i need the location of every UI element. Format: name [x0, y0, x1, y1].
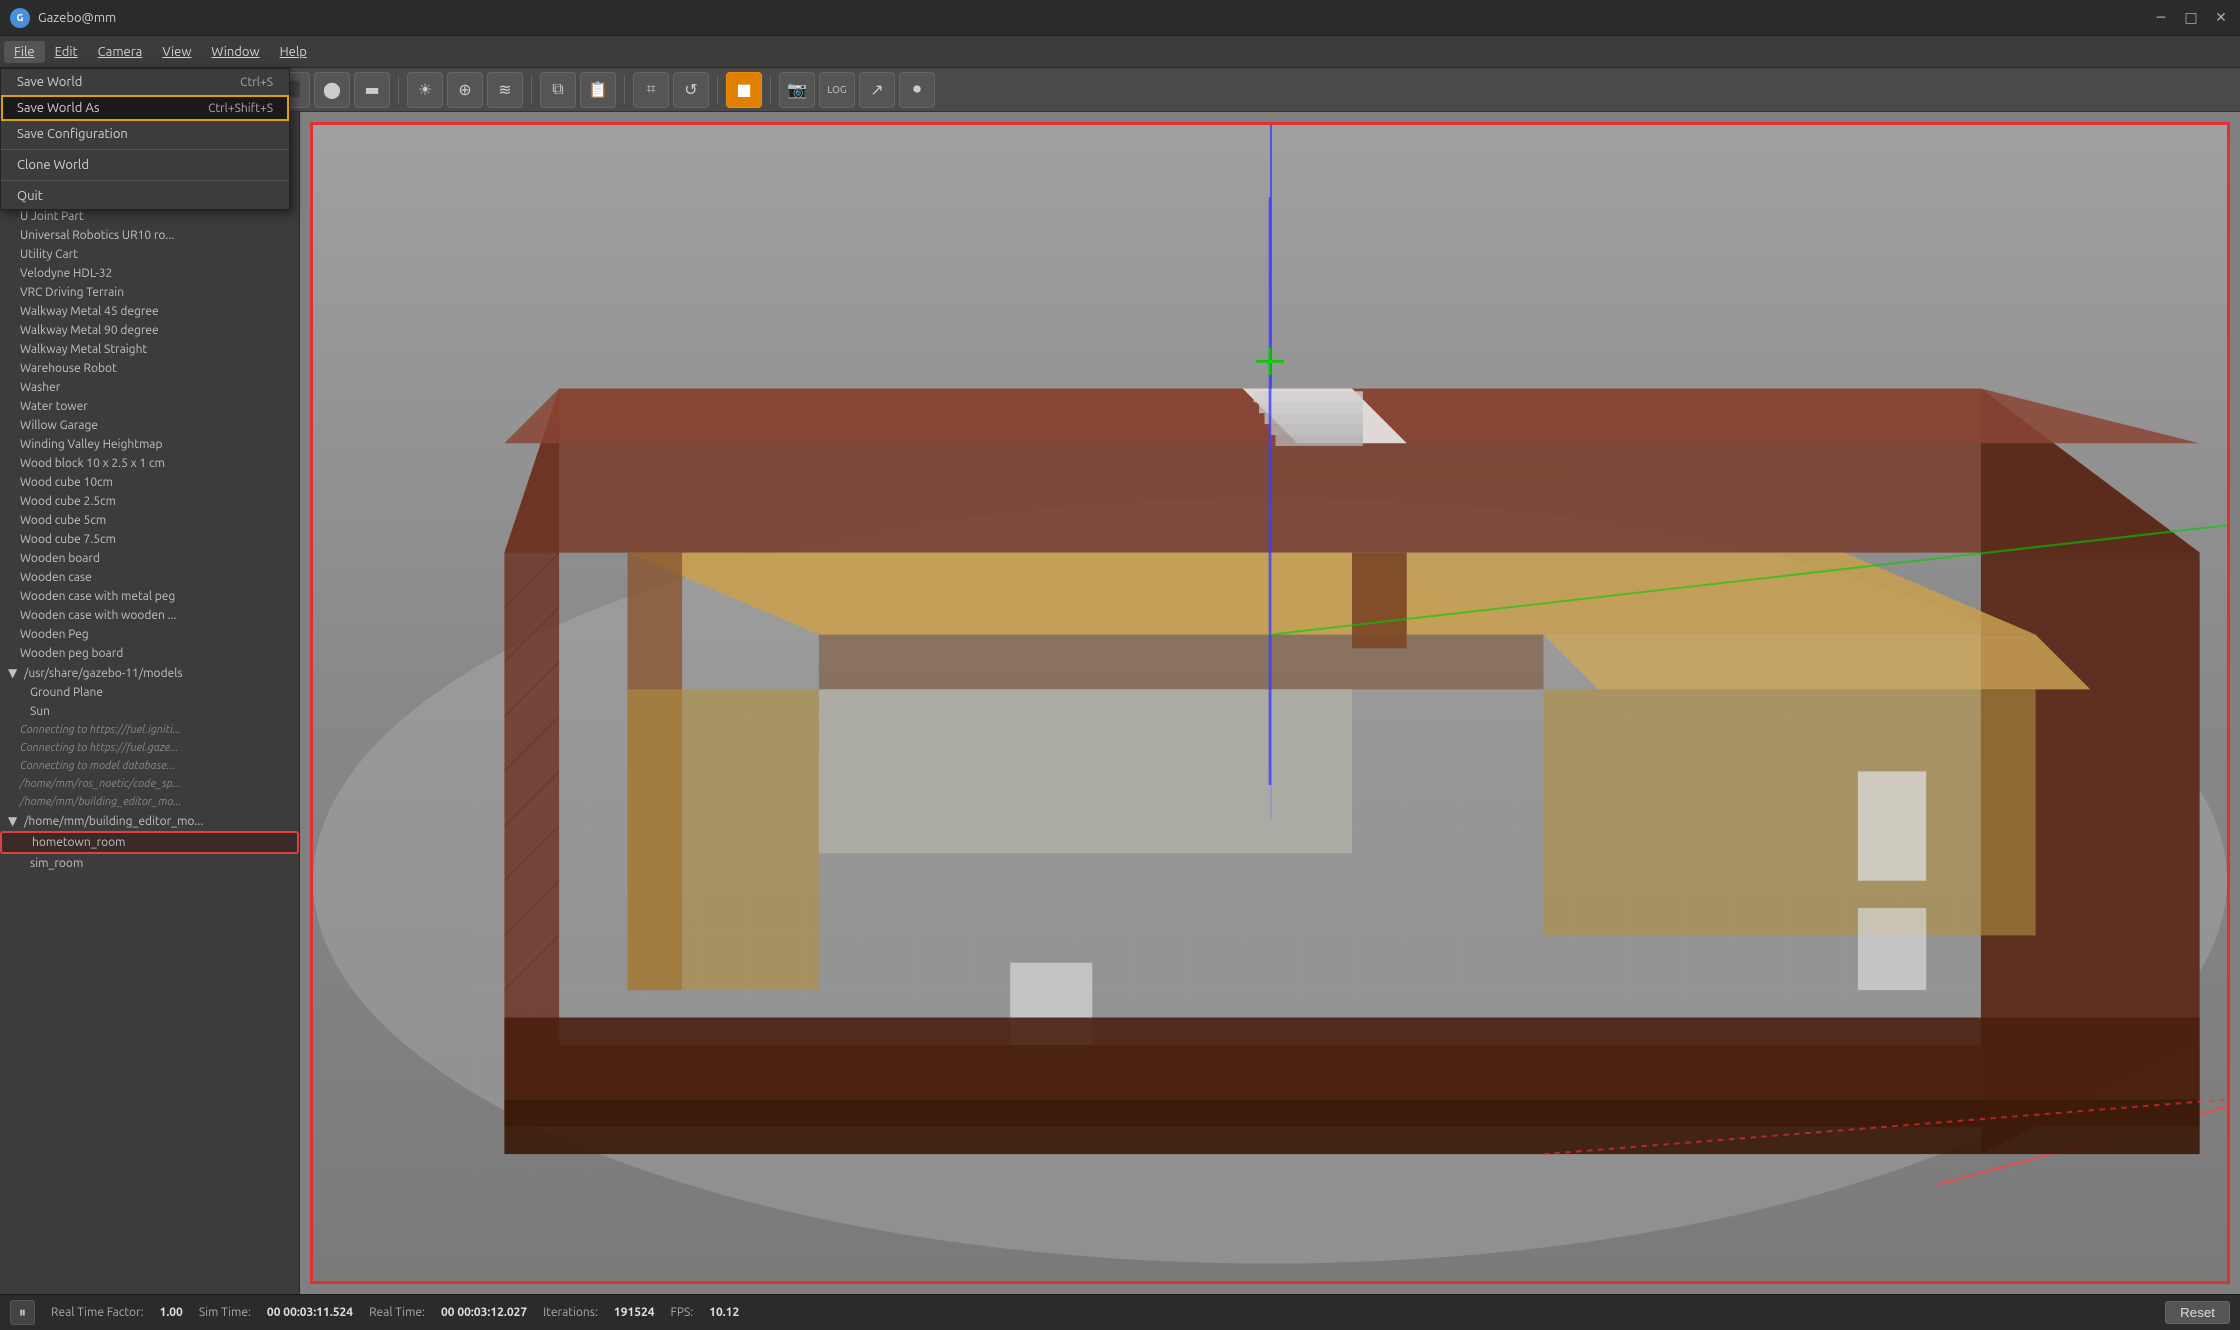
sep7: [770, 76, 771, 104]
sidebar-log-5: /home/mm/building_editor_mo...: [0, 793, 299, 811]
viewport-background: [313, 125, 2227, 1281]
menu-clone-world[interactable]: Clone World: [1, 152, 289, 178]
sidebar-item-woodblock[interactable]: Wood block 10 x 2.5 x 1 cm: [0, 454, 299, 473]
statusbar: ⏸ Real Time Factor: 1.00 Sim Time: 00 00…: [0, 1294, 2240, 1330]
realtime-value: 00 00:03:12.027: [441, 1306, 527, 1319]
maximize-button[interactable]: □: [2182, 9, 2200, 27]
rtf-label: Real Time Factor:: [51, 1306, 144, 1319]
folder-label: /usr/share/gazebo-11/models: [24, 667, 183, 680]
simtime-value: 00 00:03:11.524: [267, 1306, 353, 1319]
sidebar-item-washer[interactable]: Washer: [0, 378, 299, 397]
log-button[interactable]: LOG: [819, 72, 855, 108]
joints-button[interactable]: ⌗: [633, 72, 669, 108]
main-area: Tricycle with spherical wheels Truss bri…: [0, 112, 2240, 1294]
sidebar-item-walkway90[interactable]: Walkway Metal 90 degree: [0, 321, 299, 340]
folder-arrow: ▼: [8, 667, 17, 680]
sidebar-item-woodencasemetal[interactable]: Wooden case with metal peg: [0, 587, 299, 606]
fps-label: FPS:: [671, 1306, 694, 1319]
iterations-label: Iterations:: [543, 1306, 598, 1319]
light-point-button[interactable]: ☀: [407, 72, 443, 108]
sidebar-item-watertower[interactable]: Water tower: [0, 397, 299, 416]
menu-edit[interactable]: Edit: [45, 41, 88, 63]
sidebar-item-groundplane[interactable]: Ground Plane: [0, 683, 299, 702]
sidebar-item-warehouse[interactable]: Warehouse Robot: [0, 359, 299, 378]
sidebar-item-utilitycart[interactable]: Utility Cart: [0, 245, 299, 264]
sidebar-folder-building[interactable]: ▼ /home/mm/building_editor_mo...: [0, 811, 299, 831]
fps-value: 10.12: [709, 1306, 739, 1319]
menu-file[interactable]: File: [4, 41, 45, 63]
sidebar-item-woodcube25[interactable]: Wood cube 2.5cm: [0, 492, 299, 511]
graph-button[interactable]: ↗: [859, 72, 895, 108]
titlebar: G Gazebo@mm ─ □ ✕: [0, 0, 2240, 36]
menu-save-config[interactable]: Save Configuration: [1, 121, 289, 147]
paste-button[interactable]: 📋: [580, 72, 616, 108]
sidebar-item-woodencase[interactable]: Wooden case: [0, 568, 299, 587]
sidebar-folder-gazebo11[interactable]: ▼ /usr/share/gazebo-11/models: [0, 663, 299, 683]
pause-button[interactable]: ⏸: [10, 1300, 35, 1325]
light-spot-button[interactable]: ≋: [487, 72, 523, 108]
reset-button[interactable]: Reset: [2165, 1301, 2230, 1324]
sidebar-item-willowgarage[interactable]: Willow Garage: [0, 416, 299, 435]
toolbar: ↖ ✛ ↻ ⤡ ↩ ↪ ⬛ ⬤ ▬ ☀ ⊕ ≋ ⧉ 📋 ⌗ ↺ ■ 📷 LOG …: [0, 68, 2240, 112]
iterations-value: 191524: [614, 1306, 655, 1319]
reset-view-button[interactable]: ↺: [673, 72, 709, 108]
sidebar-item-sun[interactable]: Sun: [0, 702, 299, 721]
sep4: [531, 76, 532, 104]
menu-view[interactable]: View: [152, 41, 201, 63]
orange-mode-button[interactable]: ■: [726, 72, 762, 108]
sidebar-item-simroom[interactable]: sim_room: [0, 854, 299, 873]
sidebar-log-4: /home/mm/ros_noetic/code_sp...: [0, 775, 299, 793]
rtf-value: 1.00: [160, 1306, 183, 1319]
menubar: File Edit Camera View Window Help Save W…: [0, 36, 2240, 68]
sidebar-item-velodyne[interactable]: Velodyne HDL-32: [0, 264, 299, 283]
menu-camera[interactable]: Camera: [88, 41, 153, 63]
sidebar-item-woodcube5[interactable]: Wood cube 5cm: [0, 511, 299, 530]
sidebar-item-winding[interactable]: Winding Valley Heightmap: [0, 435, 299, 454]
menu-save-world-as[interactable]: Save World As Ctrl+Shift+S: [1, 95, 289, 121]
sidebar-item-woodenboard[interactable]: Wooden board: [0, 549, 299, 568]
app-icon: G: [10, 8, 30, 28]
menu-window[interactable]: Window: [201, 41, 269, 63]
cylinder-button[interactable]: ▬: [354, 72, 390, 108]
close-button[interactable]: ✕: [2212, 9, 2230, 27]
menu-help[interactable]: Help: [270, 41, 317, 63]
light-dir-button[interactable]: ⊕: [447, 72, 483, 108]
sphere-button[interactable]: ⬤: [314, 72, 350, 108]
building-3d: [313, 125, 2227, 1281]
sidebar-item-walkway45[interactable]: Walkway Metal 45 degree: [0, 302, 299, 321]
sidebar-item-woodenpeg[interactable]: Wooden Peg: [0, 625, 299, 644]
record-button[interactable]: ⏺: [899, 72, 935, 108]
sidebar-item-hometown[interactable]: hometown_room: [0, 831, 299, 854]
sidebar-item-woodcube10[interactable]: Wood cube 10cm: [0, 473, 299, 492]
screenshot-button[interactable]: 📷: [779, 72, 815, 108]
sidebar-log-1: Connecting to https://fuel.igniti...: [0, 721, 299, 739]
menu-quit[interactable]: Quit: [1, 183, 289, 209]
viewport[interactable]: [300, 112, 2240, 1294]
menu-save-world[interactable]: Save World Ctrl+S: [1, 69, 289, 95]
sidebar-item-ur10[interactable]: Universal Robotics UR10 ro...: [0, 226, 299, 245]
realtime-label: Real Time:: [369, 1306, 425, 1319]
sidebar-item-walkwaystr[interactable]: Walkway Metal Straight: [0, 340, 299, 359]
window-title: Gazebo@mm: [38, 11, 116, 25]
folder-building-label: /home/mm/building_editor_mo...: [24, 815, 203, 828]
copy-button[interactable]: ⧉: [540, 72, 576, 108]
folder-arrow-building: ▼: [8, 815, 17, 828]
sep6: [717, 76, 718, 104]
viewport-inner: [310, 122, 2230, 1284]
sep5: [624, 76, 625, 104]
sidebar: Tricycle with spherical wheels Truss bri…: [0, 112, 300, 1294]
sidebar-log-2: Connecting to https://fuel.gaze...: [0, 739, 299, 757]
sidebar-item-woodcube75[interactable]: Wood cube 7.5cm: [0, 530, 299, 549]
sidebar-log-3: Connecting to model database...: [0, 757, 299, 775]
sep3: [398, 76, 399, 104]
sidebar-item-woodencasewood[interactable]: Wooden case with wooden ...: [0, 606, 299, 625]
sidebar-item-vrc[interactable]: VRC Driving Terrain: [0, 283, 299, 302]
window-controls: ─ □ ✕: [2152, 9, 2230, 27]
file-dropdown: Save World Ctrl+S Save World As Ctrl+Shi…: [0, 68, 290, 210]
simtime-label: Sim Time:: [199, 1306, 251, 1319]
sidebar-item-woodenpegboard[interactable]: Wooden peg board: [0, 644, 299, 663]
minimize-button[interactable]: ─: [2152, 9, 2170, 27]
